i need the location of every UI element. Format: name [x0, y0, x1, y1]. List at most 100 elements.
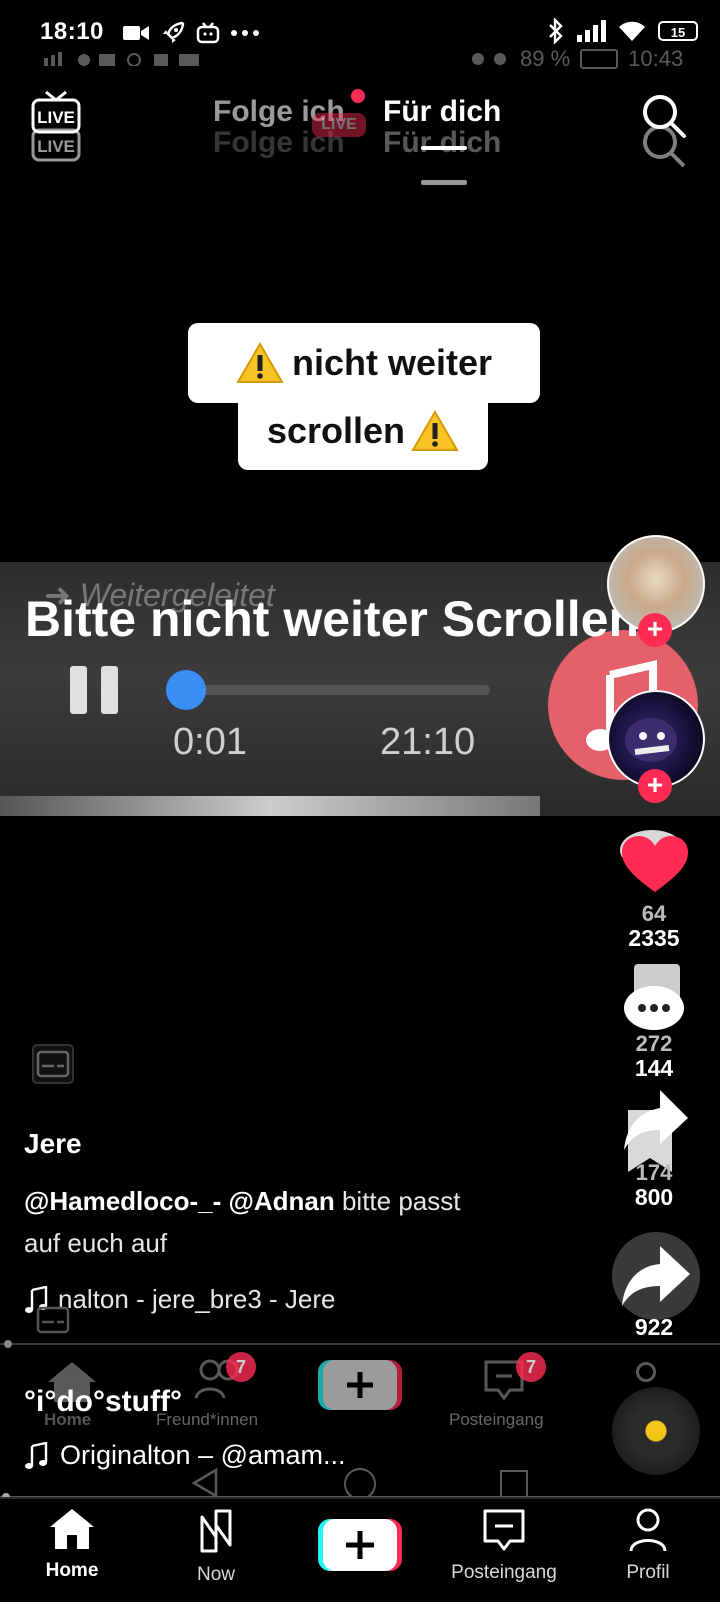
tab-active-indicator — [421, 146, 467, 150]
nav-home-label: Home — [45, 1560, 99, 1581]
video-camera-icon — [123, 26, 149, 40]
status-left-icons — [122, 20, 260, 46]
search-icon — [643, 95, 686, 168]
bottom-nav: Home Now Posteingang Profil — [0, 1497, 720, 1602]
ghost-inbox-badge: 7 — [516, 1352, 546, 1382]
voice-pause-button — [70, 664, 122, 721]
comment-icon — [624, 964, 684, 1030]
warning-icon — [236, 342, 284, 383]
like-button[interactable] — [620, 830, 690, 892]
voice-seek-thumb — [166, 670, 206, 710]
voice-seek-track — [168, 685, 490, 695]
more-dots-icon — [231, 30, 259, 36]
nav-profile-label: Profil — [626, 1562, 670, 1583]
nav-inbox-label: Posteingang — [451, 1562, 557, 1583]
video-caption: Bitte nicht weiter Scrollen — [25, 591, 640, 647]
battery-indicator: 15 — [658, 21, 698, 41]
wifi-icon — [619, 21, 645, 41]
voice-time-current: 0:01 — [173, 721, 247, 763]
search-button[interactable] — [640, 92, 690, 177]
ghost-profile-icon — [636, 1362, 656, 1382]
signal-icon — [577, 20, 606, 42]
warning-sticker-line1: nicht weiter — [188, 323, 540, 403]
ghost-inbox-label: Posteingang — [449, 1410, 544, 1429]
follow-plus-button[interactable]: + — [638, 613, 672, 647]
pause-icon — [70, 666, 118, 714]
rocket-icon — [163, 21, 185, 43]
status-right-icons: 15 — [548, 18, 698, 44]
live-button[interactable]: LIVE LIVE — [30, 90, 82, 175]
ghost-live-label: LIVE — [37, 137, 75, 156]
post-author[interactable]: Jere — [24, 1128, 82, 1160]
forward-arrow-icon — [622, 1246, 690, 1306]
mention-link[interactable]: @Hamedloco-_- — [24, 1186, 221, 1216]
ghost-battery-box — [580, 49, 619, 69]
comment-count: 144 — [634, 1055, 674, 1081]
ghost-comment-count: 272 — [635, 1031, 673, 1056]
ghost-signal-icon — [44, 52, 199, 66]
ghost-like-count: 64 — [641, 901, 667, 926]
warning-icon — [411, 410, 459, 451]
forward-button[interactable] — [612, 1232, 700, 1320]
nav-home[interactable]: Home — [12, 1507, 132, 1582]
ghost-system-recents-icon — [500, 1470, 528, 1498]
music-disc[interactable] — [612, 1387, 700, 1475]
bilibili-icon — [196, 22, 220, 44]
ghost-tab-for-you: Für dich — [383, 126, 502, 159]
ghost-share-count: 174 — [635, 1160, 673, 1185]
inner-divider — [0, 1343, 720, 1345]
inner-post-sound[interactable]: Originalton – @amam... — [24, 1440, 346, 1471]
ghost-status-right: 89 % 10:43 — [470, 46, 683, 72]
warning-sticker-line2: scrollen — [238, 392, 488, 470]
inner-post-author[interactable]: °i°do°stuff° — [24, 1385, 182, 1419]
nav-inbox[interactable]: Posteingang — [444, 1507, 564, 1584]
live-label: LIVE — [37, 108, 75, 127]
live-tv-icon: LIVE LIVE — [31, 90, 81, 162]
status-time: 18:10 — [40, 18, 104, 45]
music-note-icon — [25, 1441, 48, 1469]
voice-time-total: 21:10 — [380, 721, 476, 763]
inbox-icon — [483, 1509, 525, 1551]
ghost-mute-icon — [472, 53, 506, 65]
inner-progress-dot — [4, 1340, 12, 1348]
captions-button[interactable] — [32, 1044, 74, 1089]
warning-text-2: scrollen — [266, 410, 406, 451]
desc-text: bitte passt — [334, 1186, 461, 1216]
ghost-create-button — [318, 1358, 402, 1412]
home-icon — [50, 1509, 94, 1549]
create-plus-icon — [318, 1360, 402, 1410]
captions-icon — [36, 1306, 70, 1334]
bluetooth-icon — [549, 18, 563, 44]
nav-profile[interactable]: Profil — [588, 1507, 708, 1584]
now-icon — [200, 1509, 232, 1553]
desc-text: auf euch auf — [24, 1228, 168, 1258]
nav-now-label: Now — [196, 1564, 235, 1585]
ghost-captions-button — [32, 1300, 74, 1345]
ghost-status-icons — [44, 52, 204, 66]
ghost-live-badge: LIVE — [312, 113, 366, 137]
create-button[interactable] — [318, 1517, 402, 1571]
sound-text: nalton - jere_bre3 - Jere — [58, 1284, 336, 1314]
forward-count: 922 — [634, 1314, 674, 1340]
ghost-tab-indicator — [421, 180, 467, 185]
mention-link[interactable]: @Adnan — [229, 1186, 335, 1216]
warning-text-1: nicht weiter — [291, 342, 493, 383]
post-description: @Hamedloco-_- @Adnan bitte passt auf euc… — [24, 1180, 544, 1264]
ghost-battery-pct: 89 % — [520, 46, 571, 71]
inner-sound-text: Originalton – @amam... — [60, 1440, 346, 1470]
profile-icon — [629, 1508, 667, 1552]
ghost-time: 10:43 — [628, 46, 684, 71]
ghost-friends-badge: 7 — [226, 1352, 256, 1382]
heart-icon — [620, 830, 688, 892]
captions-icon — [32, 1044, 74, 1084]
comment-button[interactable] — [622, 962, 692, 1036]
nav-now[interactable]: Now — [156, 1507, 276, 1586]
create-plus-icon — [318, 1519, 402, 1571]
tab-for-you[interactable]: Für dich — [383, 95, 501, 129]
share-count: 800 — [634, 1184, 674, 1210]
like-count: 2335 — [628, 925, 680, 951]
follow-creator-button[interactable]: + — [638, 769, 672, 803]
following-notification-dot — [351, 89, 365, 103]
video-bottom-strip — [0, 796, 540, 816]
back-triangle-icon — [191, 1467, 218, 1499]
